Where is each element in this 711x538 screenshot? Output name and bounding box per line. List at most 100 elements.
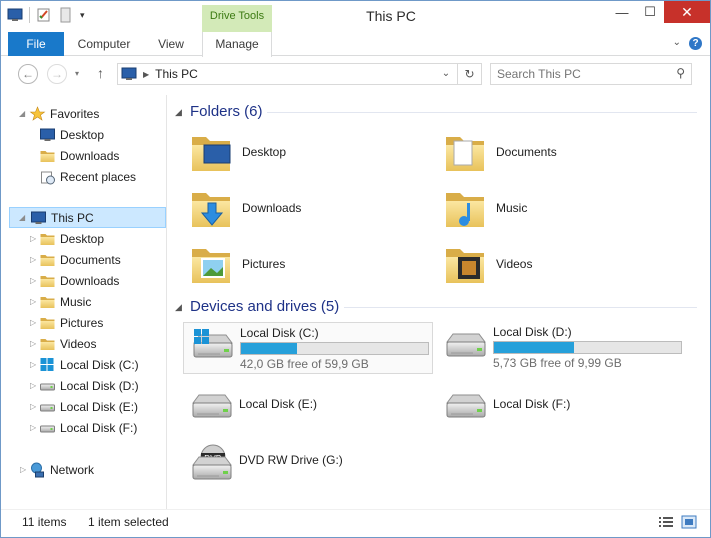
drive-label: Local Disk (E:) xyxy=(239,397,318,411)
devices-group-header[interactable]: ◢ Devices and drives (5) xyxy=(175,298,339,315)
folder-music[interactable]: Music xyxy=(428,183,678,235)
nav-network[interactable]: ▷ Network xyxy=(1,459,166,480)
search-box[interactable]: ⚲ xyxy=(490,63,692,85)
collapse-arrow-icon[interactable]: ◢ xyxy=(19,109,29,118)
folders-group-header[interactable]: ◢ Folders (6) xyxy=(175,103,263,120)
music-folder-icon xyxy=(39,294,56,310)
search-icon[interactable]: ⚲ xyxy=(676,66,685,80)
nav-favorites-desktop[interactable]: Desktop xyxy=(1,124,166,145)
breadcrumb-chevron-icon[interactable]: ▶ xyxy=(143,70,149,79)
maximize-button[interactable]: ☐ xyxy=(636,1,664,23)
nav-label: Downloads xyxy=(60,148,120,163)
folder-downloads[interactable]: Downloads xyxy=(174,183,424,235)
new-folder-icon[interactable] xyxy=(58,7,74,23)
nav-pc-music[interactable]: ▷ Music xyxy=(1,291,166,312)
drive-f[interactable]: Local Disk (F:) xyxy=(437,383,687,435)
nav-pc-disk-f[interactable]: ▷ Local Disk (F:) xyxy=(1,417,166,438)
nav-label: Videos xyxy=(60,336,97,351)
nav-pc-disk-c[interactable]: ▷ Local Disk (C:) xyxy=(1,354,166,375)
divider-line xyxy=(344,307,697,308)
recent-places-icon xyxy=(41,171,55,184)
nav-label: Desktop xyxy=(60,127,105,142)
details-view-icon[interactable] xyxy=(658,515,674,529)
recent-locations-icon[interactable]: ▾ xyxy=(75,69,79,78)
content-pane: ◢ Folders (6) Desktop Documents Download… xyxy=(172,95,708,509)
downloads-folder-icon xyxy=(39,148,56,164)
divider-line xyxy=(267,112,697,113)
address-path[interactable]: This PC xyxy=(155,67,198,81)
address-bar[interactable]: ▶ This PC ⌄ ↻ xyxy=(117,63,482,85)
nav-label: Desktop xyxy=(60,231,105,246)
documents-folder-icon xyxy=(446,137,484,171)
drive-icon xyxy=(446,394,486,418)
qat-separator xyxy=(29,7,30,23)
folder-label: Music xyxy=(496,201,528,215)
tab-view[interactable]: View xyxy=(149,32,193,56)
windows-drive-icon xyxy=(40,357,54,371)
back-button[interactable]: ← xyxy=(18,64,38,84)
search-input[interactable] xyxy=(497,64,667,84)
folder-videos[interactable]: Videos xyxy=(428,239,678,291)
documents-folder-icon xyxy=(39,252,56,268)
collapse-group-icon[interactable]: ◢ xyxy=(175,302,182,313)
nav-label: Favorites xyxy=(50,106,100,121)
drive-label: Local Disk (C:) xyxy=(240,326,319,340)
refresh-icon[interactable]: ↻ xyxy=(457,64,481,84)
nav-favorites-recent[interactable]: Recent places xyxy=(1,166,166,187)
address-dropdown-icon[interactable]: ⌄ xyxy=(439,64,453,84)
collapse-arrow-icon[interactable]: ◢ xyxy=(19,213,29,222)
tab-file[interactable]: File xyxy=(8,32,64,56)
nav-pc-documents[interactable]: ▷ Documents xyxy=(1,249,166,270)
nav-this-pc[interactable]: ◢ This PC xyxy=(9,207,166,228)
forward-arrow-icon: → xyxy=(51,67,63,81)
tab-computer[interactable]: Computer xyxy=(71,32,137,56)
nav-pc-videos[interactable]: ▷ Videos xyxy=(1,333,166,354)
drive-icon xyxy=(39,378,56,394)
tab-manage[interactable]: Manage xyxy=(202,32,272,57)
nav-favorites[interactable]: ◢ Favorites xyxy=(1,103,166,124)
nav-pc-desktop[interactable]: ▷ Desktop xyxy=(1,228,166,249)
close-icon: ✕ xyxy=(681,3,693,20)
window-controls: — ☐ ✕ xyxy=(608,1,710,23)
drive-d[interactable]: Local Disk (D:) 5,73 GB free of 9,99 GB xyxy=(437,322,687,374)
downloads-folder-icon xyxy=(39,273,56,289)
item-count: 11 items xyxy=(22,515,67,529)
nav-label: Downloads xyxy=(60,273,120,288)
drive-tools-context-label: Drive Tools xyxy=(202,5,272,32)
properties-icon[interactable] xyxy=(36,7,52,23)
nav-favorites-downloads[interactable]: Downloads xyxy=(1,145,166,166)
qat-dropdown-icon[interactable]: ▾ xyxy=(80,10,85,21)
help-icon[interactable]: ? xyxy=(689,37,702,50)
folders-divider xyxy=(172,103,702,113)
folder-pictures[interactable]: Pictures xyxy=(174,239,424,291)
drive-icon xyxy=(192,394,232,418)
drive-label: Local Disk (F:) xyxy=(493,397,571,411)
windows-drive-icon xyxy=(193,329,233,358)
folder-label: Videos xyxy=(496,257,533,271)
folder-label: Desktop xyxy=(242,145,287,159)
navigation-bar: ← → ▾ ↑ ▶ This PC ⌄ ↻ ⚲ xyxy=(1,57,710,91)
drive-e[interactable]: Local Disk (E:) xyxy=(183,383,433,435)
nav-label: Local Disk (F:) xyxy=(60,420,138,435)
nav-pc-disk-d[interactable]: ▷ Local Disk (D:) xyxy=(1,375,166,396)
folder-label: Documents xyxy=(496,145,557,159)
folder-desktop[interactable]: Desktop xyxy=(174,127,424,179)
minimize-button[interactable]: — xyxy=(608,1,636,23)
back-arrow-icon: ← xyxy=(22,67,34,81)
this-pc-icon xyxy=(30,210,47,226)
drive-usage-bar xyxy=(493,341,682,354)
nav-pc-disk-e[interactable]: ▷ Local Disk (E:) xyxy=(1,396,166,417)
close-button[interactable]: ✕ xyxy=(664,1,710,23)
expand-ribbon-icon[interactable]: ⌄ xyxy=(673,37,681,50)
selection-count: 1 item selected xyxy=(88,515,169,529)
up-arrow-icon[interactable]: ↑ xyxy=(97,65,104,81)
drive-g-dvd[interactable]: DVD DVD RW Drive (G:) xyxy=(183,439,433,491)
forward-button[interactable]: → xyxy=(47,64,67,84)
videos-folder-icon xyxy=(39,336,56,352)
collapse-group-icon[interactable]: ◢ xyxy=(175,107,182,118)
nav-pc-downloads[interactable]: ▷ Downloads xyxy=(1,270,166,291)
folder-documents[interactable]: Documents xyxy=(428,127,678,179)
nav-pc-pictures[interactable]: ▷ Pictures xyxy=(1,312,166,333)
drive-c[interactable]: Local Disk (C:) 42,0 GB free of 59,9 GB xyxy=(183,322,433,374)
large-icons-view-icon[interactable] xyxy=(681,515,697,529)
